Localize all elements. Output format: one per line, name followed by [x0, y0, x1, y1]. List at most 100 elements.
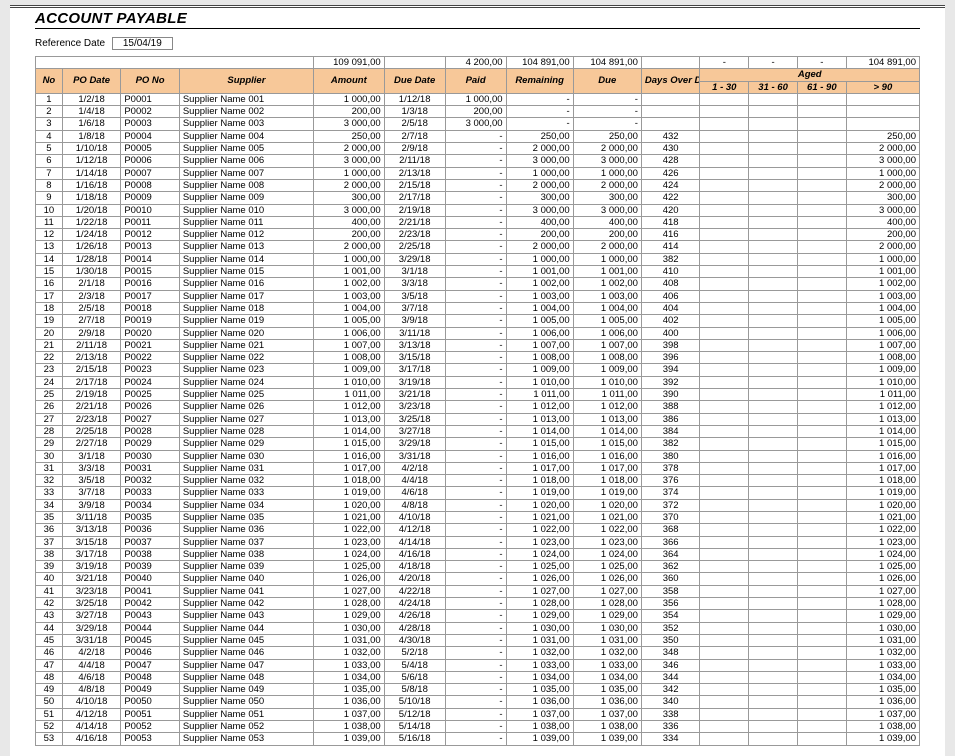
cell: 1/28/18: [62, 253, 121, 265]
cell: 1 008,00: [573, 352, 641, 364]
cell: 200,00: [573, 229, 641, 241]
cell: Supplier Name 026: [179, 401, 313, 413]
cell: Supplier Name 043: [179, 610, 313, 622]
cell: P0049: [121, 684, 180, 696]
cell: 2 000,00: [846, 179, 919, 191]
cell: 5/12/18: [384, 708, 445, 720]
cell: [700, 253, 749, 265]
cell: 5/16/18: [384, 733, 445, 745]
cell: 1 023,00: [573, 536, 641, 548]
cell: 300,00: [573, 192, 641, 204]
table-row: 262/21/18P0026Supplier Name 0261 012,003…: [36, 401, 920, 413]
cell: [749, 450, 798, 462]
cell: [797, 462, 846, 474]
cell: 1 036,00: [573, 696, 641, 708]
cell: 1 019,00: [846, 487, 919, 499]
cell: 22: [36, 352, 63, 364]
cell: [749, 339, 798, 351]
cell: 1 005,00: [573, 315, 641, 327]
cell: 1 021,00: [846, 511, 919, 523]
cell: 1 000,00: [506, 167, 573, 179]
cell: 372: [641, 499, 700, 511]
cell: -: [445, 364, 506, 376]
cell: [749, 536, 798, 548]
table-row: 252/19/18P0025Supplier Name 0251 011,003…: [36, 389, 920, 401]
cell: 1 009,00: [573, 364, 641, 376]
cell: 1 000,00: [573, 253, 641, 265]
cell: 1 000,00: [445, 93, 506, 105]
cell: -: [445, 696, 506, 708]
cell: 1 003,00: [313, 290, 384, 302]
cell: 400,00: [846, 216, 919, 228]
cell: 50: [36, 696, 63, 708]
cell: 1 000,00: [846, 167, 919, 179]
cell: 1 030,00: [313, 622, 384, 634]
cell: 1 018,00: [506, 475, 573, 487]
cell: 1 031,00: [506, 634, 573, 646]
cell: [749, 216, 798, 228]
table-row: 413/23/18P0041Supplier Name 0411 027,004…: [36, 585, 920, 597]
cell: 41: [36, 585, 63, 597]
cell: P0001: [121, 93, 180, 105]
cell: [700, 671, 749, 683]
cell: 2 000,00: [573, 241, 641, 253]
cell: 1 002,00: [846, 278, 919, 290]
cell: P0015: [121, 266, 180, 278]
cell: [749, 253, 798, 265]
cell: -: [445, 511, 506, 523]
cell: [700, 511, 749, 523]
cell: 410: [641, 266, 700, 278]
cell: [797, 721, 846, 733]
table-row: 101/20/18P0010Supplier Name 0103 000,002…: [36, 204, 920, 216]
cell: 408: [641, 278, 700, 290]
cell: -: [445, 733, 506, 745]
table-row: 393/19/18P0039Supplier Name 0391 025,004…: [36, 561, 920, 573]
cell: [797, 610, 846, 622]
cell: [749, 733, 798, 745]
cell: [797, 167, 846, 179]
table-row: 51/10/18P0005Supplier Name 0052 000,002/…: [36, 143, 920, 155]
cell: 1 004,00: [846, 302, 919, 314]
cell: 382: [641, 438, 700, 450]
cell: 3 000,00: [846, 204, 919, 216]
cell: 1 016,00: [313, 450, 384, 462]
cell: [797, 278, 846, 290]
cell: P0035: [121, 511, 180, 523]
cell: 1 032,00: [506, 647, 573, 659]
cell: [749, 352, 798, 364]
cell: 46: [36, 647, 63, 659]
cell: 1 013,00: [573, 413, 641, 425]
cell: Supplier Name 049: [179, 684, 313, 696]
cell: 1 013,00: [506, 413, 573, 425]
cell: 398: [641, 339, 700, 351]
cell: 1 021,00: [313, 511, 384, 523]
cell: 1 010,00: [573, 376, 641, 388]
col-no: No: [36, 69, 63, 94]
cell: P0011: [121, 216, 180, 228]
cell: [700, 155, 749, 167]
cell: 1 033,00: [506, 659, 573, 671]
cell: [700, 352, 749, 364]
cell: 1 020,00: [313, 499, 384, 511]
cell: 1 025,00: [313, 561, 384, 573]
cell: 362: [641, 561, 700, 573]
cell: 1 038,00: [313, 721, 384, 733]
cell: [749, 130, 798, 142]
cell: 400,00: [506, 216, 573, 228]
cell: Supplier Name 020: [179, 327, 313, 339]
cell: [797, 475, 846, 487]
cell: P0007: [121, 167, 180, 179]
cell: 1 001,00: [846, 266, 919, 278]
cell: 300,00: [506, 192, 573, 204]
cell: 1 024,00: [313, 548, 384, 560]
cell: 1 021,00: [573, 511, 641, 523]
cell: [846, 93, 919, 105]
cell: [700, 130, 749, 142]
cell: -: [445, 266, 506, 278]
cell: [641, 118, 700, 130]
cell: [797, 352, 846, 364]
table-row: 383/17/18P0038Supplier Name 0381 024,004…: [36, 548, 920, 560]
cell: 1/30/18: [62, 266, 121, 278]
cell: P0036: [121, 524, 180, 536]
cell: Supplier Name 052: [179, 721, 313, 733]
